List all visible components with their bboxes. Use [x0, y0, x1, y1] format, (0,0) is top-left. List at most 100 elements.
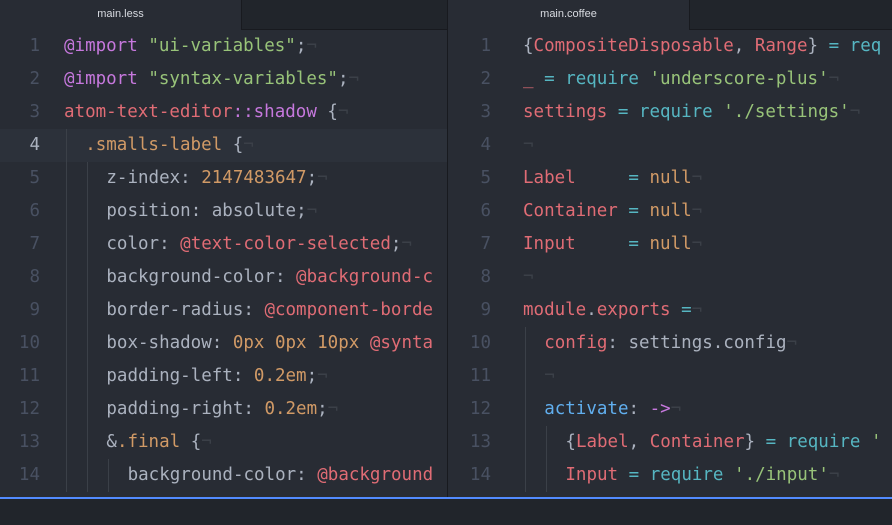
- tab-bar: main.coffee: [448, 0, 892, 30]
- indent-guide: [87, 360, 89, 393]
- indent-guide: [66, 195, 67, 228]
- code-line[interactable]: 7 Input = null¬: [448, 228, 892, 261]
- code-line[interactable]: 4 .smalls-label {¬: [0, 129, 447, 162]
- code-text: Container = null¬: [523, 195, 702, 228]
- code-line[interactable]: 2 @import "syntax-variables";¬: [0, 63, 447, 96]
- code-line[interactable]: 10 config: settings.config¬: [448, 327, 892, 360]
- code-token: ::shadow: [232, 102, 317, 122]
- code-token: ,: [733, 36, 755, 56]
- code-token: ¬: [691, 201, 703, 221]
- code-token: :: [274, 267, 297, 287]
- code-token: @background: [317, 465, 434, 485]
- code-token: .: [586, 300, 597, 320]
- indent-guide: [87, 162, 89, 195]
- editor-pane-left[interactable]: main.less 1 @import "ui-variables";¬ 2 @imp…: [0, 0, 447, 497]
- line-number: 13: [18, 432, 40, 452]
- code-token: absolute: [211, 201, 297, 221]
- line-number: 10: [469, 333, 491, 353]
- editor-pane-right[interactable]: main.coffee 1 {CompositeDisposable, Range…: [448, 0, 892, 497]
- code-text: color: @text-color-selected;¬: [106, 228, 412, 261]
- code-text: config: settings.config¬: [544, 327, 797, 360]
- indent-guide: [108, 459, 110, 492]
- code-token: @background-c: [296, 267, 434, 287]
- code-token: './settings': [723, 102, 850, 122]
- code-line[interactable]: 12 padding-right: 0.2em;¬: [0, 393, 447, 426]
- code-line[interactable]: 1 @import "ui-variables";¬: [0, 30, 447, 63]
- code-text: ¬: [523, 261, 534, 294]
- code-token: z-index: [106, 168, 181, 188]
- code-token: Label: [523, 168, 576, 188]
- code-line[interactable]: 9 border-radius: @component-borde: [0, 294, 447, 327]
- code-line[interactable]: 4 ¬: [448, 129, 892, 162]
- line-number: 1: [29, 36, 40, 56]
- line-number: 13: [469, 432, 491, 452]
- indent-guide: [525, 426, 526, 459]
- code-line[interactable]: 6 position: absolute;¬: [0, 195, 447, 228]
- code-line[interactable]: 9 module.exports =¬: [448, 294, 892, 327]
- code-token: "ui-variables": [148, 36, 296, 56]
- code-line[interactable]: 1 {CompositeDisposable, Range} = req: [448, 30, 892, 63]
- code-token: './input': [734, 465, 829, 485]
- code-text: padding-right: 0.2em;¬: [106, 393, 338, 426]
- code-line[interactable]: 6 Container = null¬: [448, 195, 892, 228]
- code-token: settings.config: [628, 333, 787, 353]
- code-line[interactable]: 11 padding-left: 0.2em;¬: [0, 360, 447, 393]
- code-line[interactable]: 2 _ = require 'underscore-plus'¬: [448, 63, 892, 96]
- code-token: 10px: [317, 333, 360, 353]
- code-text: @import "ui-variables";¬: [64, 30, 317, 63]
- code-token: @text-color-selected: [180, 234, 391, 254]
- code-line[interactable]: 5 z-index: 2147483647;¬: [0, 162, 447, 195]
- code-line[interactable]: 14 background-color: @background: [0, 459, 447, 492]
- code-token: ;: [317, 399, 328, 419]
- code-text: Input = require './input'¬: [565, 459, 839, 492]
- line-number: 11: [18, 366, 40, 386]
- line-number: 2: [480, 69, 491, 89]
- code-line[interactable]: 5 Label = null¬: [448, 162, 892, 195]
- code-line[interactable]: 10 box-shadow: 0px 0px 10px @synta: [0, 327, 447, 360]
- indent-guide: [66, 426, 67, 459]
- code-line[interactable]: 8 background-color: @background-c: [0, 261, 447, 294]
- code-line[interactable]: 12 activate: ->¬: [448, 393, 892, 426]
- code-token: ¬: [828, 465, 840, 485]
- code-text: Input = null¬: [523, 228, 702, 261]
- line-number: 12: [469, 399, 491, 419]
- code-token: ¬: [849, 102, 861, 122]
- code-text: position: absolute;¬: [106, 195, 317, 228]
- tab-main-coffee[interactable]: main.coffee: [448, 0, 690, 30]
- code-line[interactable]: 13 &.final {¬: [0, 426, 447, 459]
- code-token: ¬: [670, 399, 682, 419]
- code-line[interactable]: 3 settings = require './settings'¬: [448, 96, 892, 129]
- code-token: exports: [596, 300, 671, 320]
- code-token: :: [159, 234, 181, 254]
- code-token: {: [565, 432, 576, 452]
- code-line[interactable]: 8 ¬: [448, 261, 892, 294]
- code-token: :: [243, 399, 265, 419]
- code-token: color: [106, 234, 160, 254]
- code-token: padding-right: [106, 399, 244, 419]
- code-line[interactable]: 3 atom-text-editor::shadow {¬: [0, 96, 447, 129]
- code-line[interactable]: 7 color: @text-color-selected;¬: [0, 228, 447, 261]
- code-token: Label: [575, 432, 629, 452]
- line-number: 2: [29, 69, 40, 89]
- code-token: @component-borde: [264, 300, 434, 320]
- code-line[interactable]: 14 Input = require './input'¬: [448, 459, 892, 492]
- code-text: background-color: @background: [128, 459, 434, 492]
- code-token: ¬: [523, 267, 534, 287]
- code-token: =: [617, 102, 629, 122]
- code-line[interactable]: 13 {Label, Container} = require ': [448, 426, 892, 459]
- tab-main-less[interactable]: main.less: [0, 0, 242, 30]
- indent-guide: [66, 129, 67, 162]
- code-token: background-color: [127, 465, 297, 485]
- code-token: @import: [64, 36, 138, 56]
- code-token: :: [296, 465, 318, 485]
- code-line[interactable]: 11 ¬: [448, 360, 892, 393]
- line-number: 7: [480, 234, 491, 254]
- code-token: ¬: [201, 432, 212, 452]
